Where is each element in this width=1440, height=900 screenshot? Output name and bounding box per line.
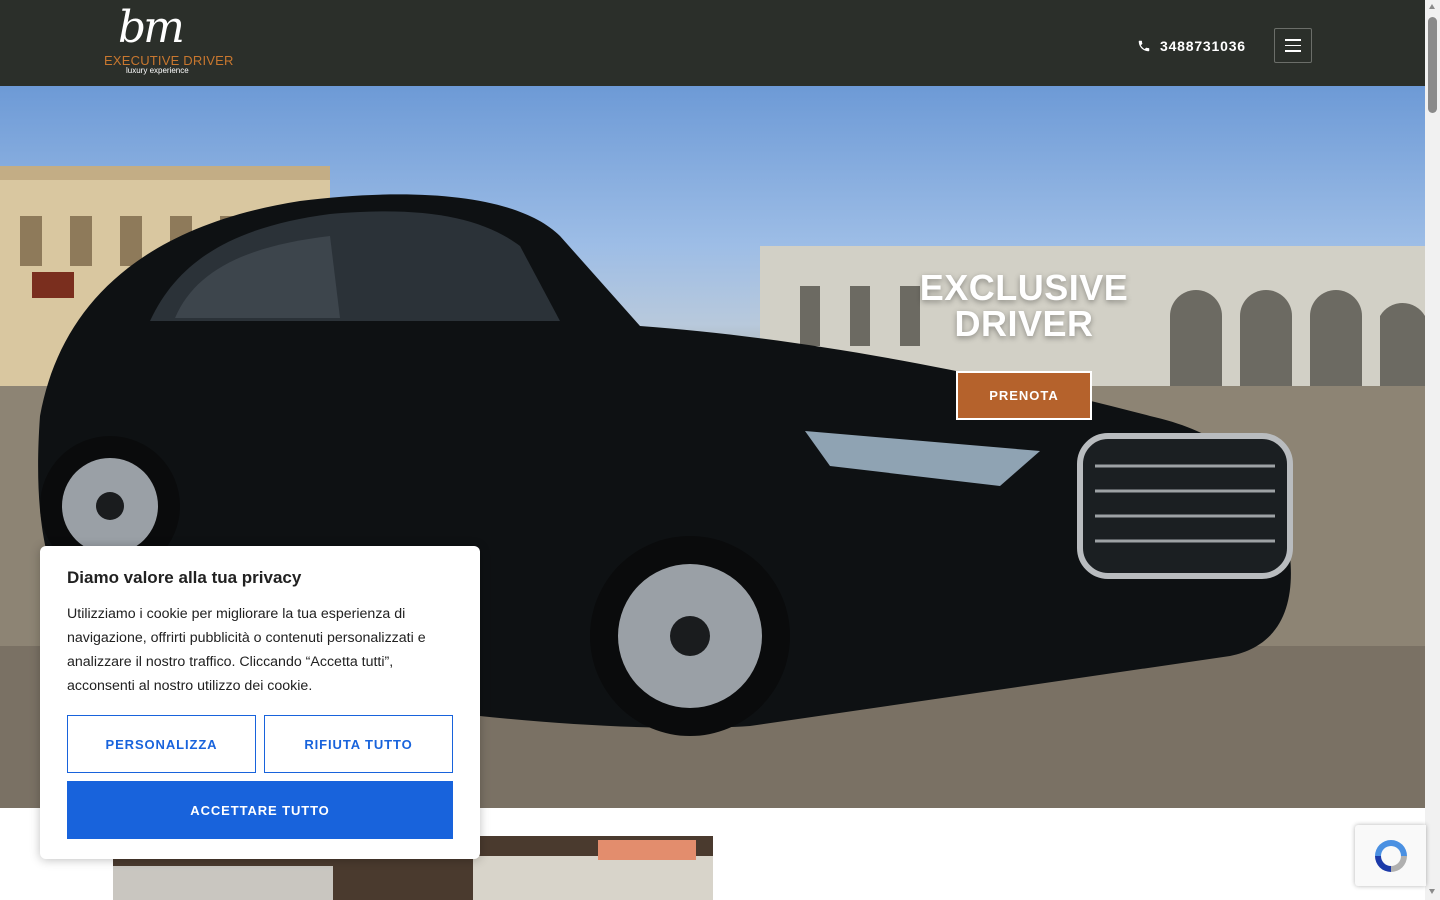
scroll-down-arrow-icon[interactable] <box>1429 889 1435 894</box>
recaptcha-badge[interactable] <box>1355 825 1426 886</box>
reject-all-button[interactable]: RIFIUTA TUTTO <box>264 715 453 773</box>
brand-logo[interactable]: bm EXECUTIVE DRIVER luxury experience <box>100 6 233 76</box>
customize-button[interactable]: PERSONALIZZA <box>67 715 256 773</box>
logo-subtitle: luxury experience <box>126 66 189 75</box>
hamburger-icon <box>1285 39 1301 41</box>
accept-all-button[interactable]: ACCETTARE TUTTO <box>67 781 453 839</box>
page-scrollbar[interactable] <box>1425 0 1440 900</box>
phone-number: 3488731036 <box>1160 38 1246 54</box>
recaptcha-icon <box>1374 839 1407 872</box>
site-header: bm EXECUTIVE DRIVER luxury experience 34… <box>0 0 1425 86</box>
cookie-title: Diamo valore alla tua privacy <box>67 568 302 587</box>
phone-link[interactable]: 3488731036 <box>1137 36 1246 56</box>
scrollbar-thumb[interactable] <box>1428 17 1437 113</box>
logo-monogram: bm <box>118 2 185 53</box>
menu-toggle-button[interactable] <box>1274 28 1312 63</box>
cookie-consent-dialog: Diamo valore alla tua privacy Utilizziam… <box>40 546 480 859</box>
phone-icon <box>1138 40 1150 52</box>
scroll-up-arrow-icon[interactable] <box>1429 4 1435 9</box>
cookie-description: Utilizziamo i cookie per migliorare la t… <box>67 606 426 694</box>
hero-title: EXCLUSIVE DRIVER <box>919 267 1129 344</box>
book-button[interactable]: PRENOTA <box>956 371 1092 420</box>
